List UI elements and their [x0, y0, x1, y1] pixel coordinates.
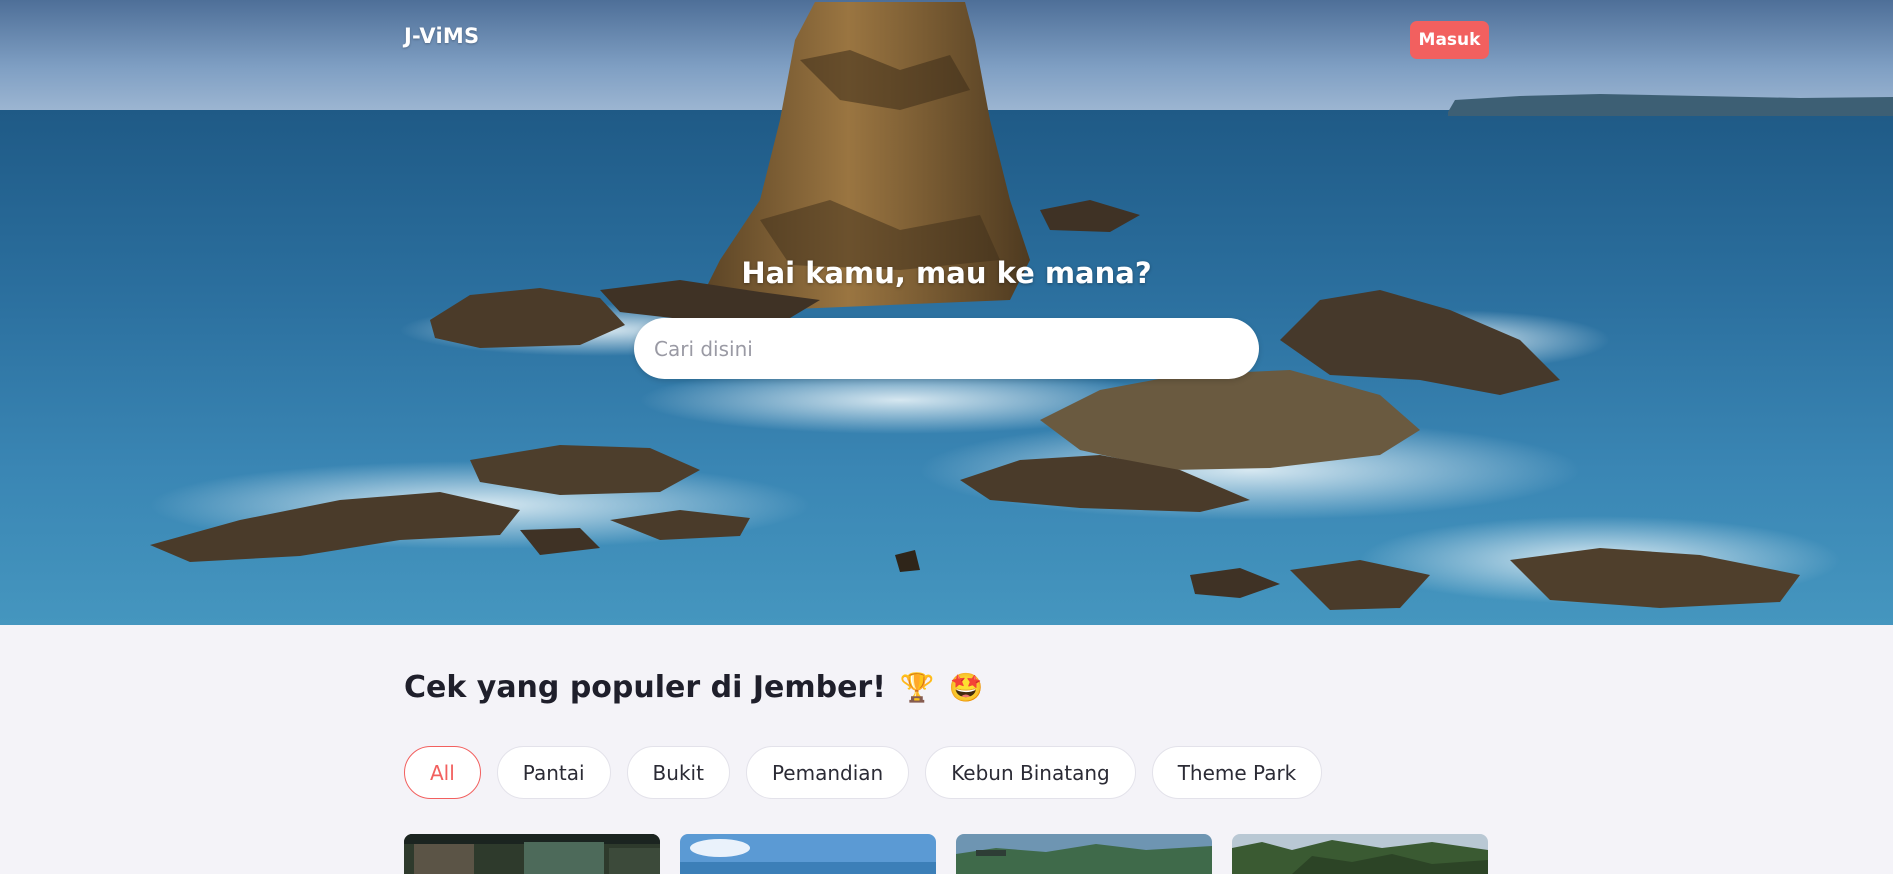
destination-card[interactable] — [956, 834, 1212, 874]
login-button[interactable]: Masuk — [1410, 21, 1489, 59]
destination-card-image — [680, 834, 936, 874]
star-struck-icon: 🤩 — [948, 670, 984, 704]
destination-card-list — [404, 834, 1488, 874]
filter-chip-kebun-binatang[interactable]: Kebun Binatang — [925, 746, 1136, 799]
trophy-icon: 🏆 — [899, 670, 935, 704]
filter-chip-pantai[interactable]: Pantai — [496, 746, 611, 799]
filter-chip-bukit[interactable]: Bukit — [626, 746, 730, 799]
destination-card-image — [956, 834, 1212, 874]
popular-title-text: Cek yang populer di Jember! — [404, 670, 886, 705]
destination-card[interactable] — [404, 834, 660, 874]
hero-banner: J-ViMS Masuk Hai kamu, mau ke mana? — [0, 0, 1893, 625]
hero-background-image — [0, 0, 1893, 625]
destination-card-image — [404, 834, 660, 874]
hero-title: Hai kamu, mau ke mana? — [741, 256, 1152, 290]
popular-section-title: Cek yang populer di Jember! 🏆 🤩 — [404, 670, 984, 705]
filter-chip-all[interactable]: All — [404, 746, 481, 799]
category-filter-bar: All Pantai Bukit Pemandian Kebun Binatan… — [404, 746, 1323, 799]
brand-logo[interactable]: J-ViMS — [404, 24, 479, 48]
search-input[interactable] — [634, 318, 1259, 379]
filter-chip-theme-park[interactable]: Theme Park — [1151, 746, 1323, 799]
destination-card[interactable] — [1232, 834, 1488, 874]
destination-card-image — [1232, 834, 1488, 874]
filter-chip-pemandian[interactable]: Pemandian — [745, 746, 910, 799]
destination-card[interactable] — [680, 834, 936, 874]
